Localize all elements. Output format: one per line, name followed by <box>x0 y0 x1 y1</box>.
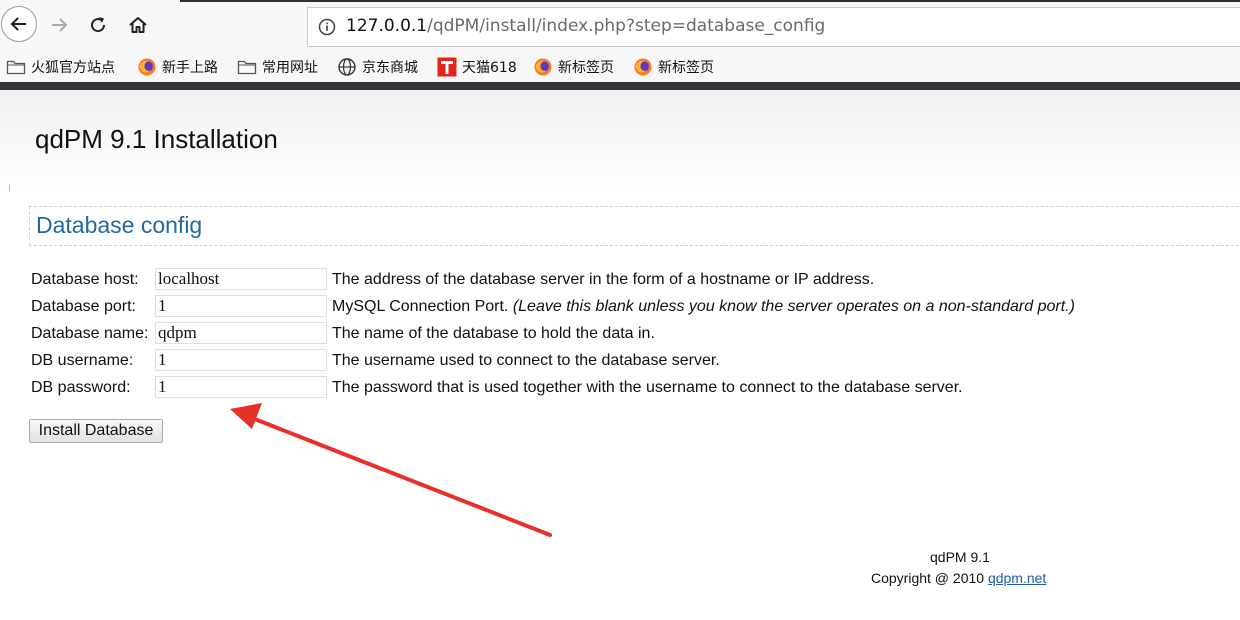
copyright-text: Copyright @ 2010 <box>871 570 985 586</box>
footer-copyright: Copyright @ 2010 qdpm.net <box>871 570 1046 586</box>
qdpm-link[interactable]: qdpm.net <box>988 570 1046 586</box>
annotation-arrow-icon <box>230 403 552 537</box>
footer-version: qdPM 9.1 <box>930 549 990 565</box>
